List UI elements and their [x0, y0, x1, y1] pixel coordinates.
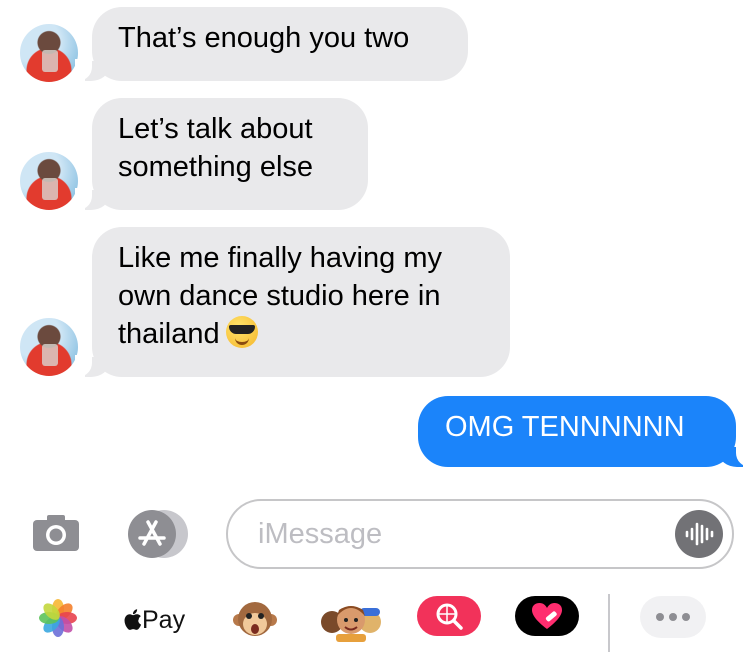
- message-line: Let’s talk about: [118, 113, 313, 145]
- sunglasses-emoji-icon: [225, 316, 258, 348]
- message-line: That’s enough you two: [118, 22, 410, 54]
- apple-pay-button[interactable]: Pay: [124, 606, 185, 635]
- more-icon[interactable]: [640, 596, 706, 638]
- app-drawer-divider: [608, 594, 610, 652]
- contact-avatar[interactable]: [20, 318, 78, 376]
- image-search-icon[interactable]: [417, 596, 481, 636]
- message-line: own dance studio here in: [118, 280, 441, 312]
- animoji-monkey-icon[interactable]: [233, 598, 277, 642]
- message-line: Like me finally having my: [118, 242, 442, 274]
- app-store-button[interactable]: [128, 510, 188, 558]
- outgoing-message[interactable]: OMG TENNNNNN: [418, 396, 750, 467]
- apple-logo-icon: [124, 609, 142, 630]
- apple-pay-label: Pay: [142, 606, 186, 634]
- contact-avatar[interactable]: [20, 152, 78, 210]
- incoming-message[interactable]: Like me finally having my own dance stud…: [75, 227, 510, 377]
- incoming-message[interactable]: Let’s talk about something else: [75, 98, 368, 210]
- photos-icon[interactable]: [38, 598, 78, 638]
- message-line: OMG TENNNNNN: [445, 411, 685, 443]
- camera-icon[interactable]: [32, 514, 80, 551]
- app-drawer: Pay: [0, 590, 750, 656]
- audio-waveform-icon[interactable]: [675, 510, 723, 558]
- digital-touch-icon[interactable]: [515, 596, 579, 636]
- app-store-icon: [128, 510, 176, 558]
- message-input[interactable]: iMessage: [226, 499, 734, 569]
- message-line: something else: [118, 151, 314, 183]
- contact-avatar[interactable]: [20, 24, 78, 82]
- incoming-message[interactable]: That’s enough you two: [75, 7, 468, 81]
- message-line: thailand: [118, 318, 220, 350]
- memoji-icon[interactable]: [318, 598, 384, 642]
- message-input-placeholder: iMessage: [258, 518, 383, 550]
